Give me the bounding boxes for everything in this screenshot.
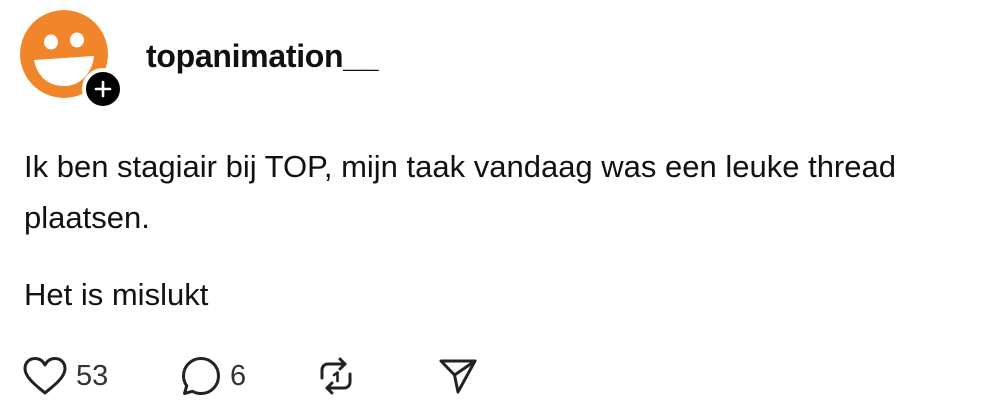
send-icon	[439, 359, 477, 394]
heart-icon	[23, 357, 67, 395]
repost-button[interactable]	[314, 353, 358, 399]
avatar-container[interactable]	[20, 10, 124, 110]
thread-post: topanimation__ Ik ben stagiair bij TOP, …	[0, 0, 992, 414]
follow-badge[interactable]	[82, 68, 124, 110]
repost-icon	[320, 357, 352, 395]
post-text-paragraph: Ik ben stagiair bij TOP, mijn taak vanda…	[24, 149, 896, 235]
plus-icon	[94, 80, 112, 98]
like-button[interactable]: 53	[22, 353, 108, 399]
comment-bubble-icon	[182, 357, 220, 395]
share-button[interactable]	[436, 353, 480, 399]
post-text-paragraph: Het is mislukt	[24, 277, 209, 312]
reply-button[interactable]: 6	[180, 353, 246, 399]
username[interactable]: topanimation__	[146, 36, 379, 76]
action-bar: 53 6	[22, 353, 502, 399]
like-count: 53	[76, 359, 109, 392]
reply-count: 6	[230, 359, 247, 392]
